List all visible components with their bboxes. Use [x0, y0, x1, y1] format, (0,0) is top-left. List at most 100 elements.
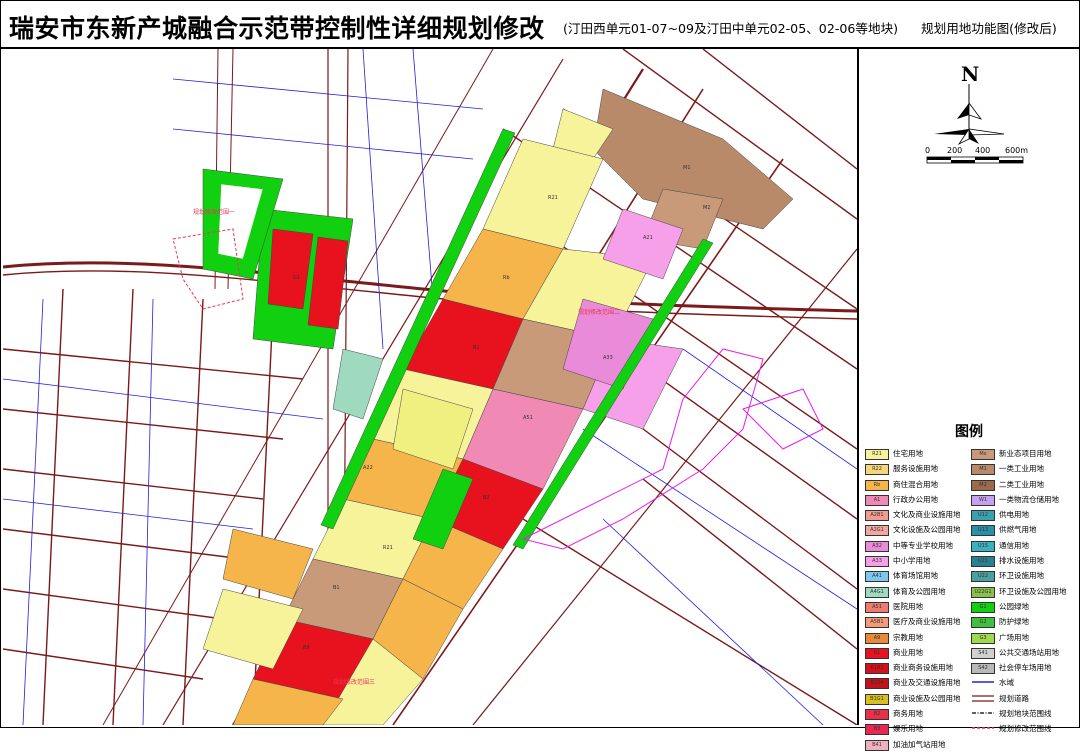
legend-swatch: B3 — [865, 724, 889, 736]
legend-swatch: G3 — [971, 632, 995, 644]
parcel-code: A33 — [603, 355, 613, 361]
legend-label: 宗教用地 — [893, 632, 923, 642]
legend-label: 商业用地 — [893, 647, 923, 657]
legend-swatch: B41 — [865, 739, 889, 751]
legend-label: 环卫设施及公园用地 — [999, 586, 1067, 596]
legend-swatch: B1S4 — [865, 678, 889, 690]
legend-swatch: G1 — [971, 601, 995, 613]
legend-label: 商业商务设施用地 — [893, 663, 953, 673]
map-kind-label: 规划用地功能图(修改后) — [921, 21, 1057, 36]
legend-label: 加油加气站用地 — [893, 739, 946, 749]
legend-swatch: U13 — [971, 525, 995, 537]
legend-label: 社会停车场用地 — [999, 663, 1052, 673]
legend-swatch: W1 — [971, 494, 995, 506]
legend-swatch: B1G1 — [865, 693, 889, 705]
parcel-code: R21 — [383, 545, 393, 551]
parcel-code: B2 — [483, 495, 490, 501]
legend-label: 通信用地 — [999, 540, 1029, 550]
land-parcels — [202, 88, 794, 725]
parcel-code: M2 — [703, 205, 711, 211]
modification-callout: 规划修改范围三 — [333, 678, 375, 686]
parcel-code: B1 — [473, 345, 480, 351]
legend-label: 一类物流仓储用地 — [999, 494, 1059, 504]
legend-label: 规划地块范围线 — [999, 709, 1052, 719]
legend-swatch: B2 — [865, 709, 889, 721]
parcel-code: M1 — [683, 165, 691, 171]
parcel-code: A21 — [643, 235, 653, 241]
legend-label: 规划修改范围线 — [999, 724, 1052, 734]
parcel-code: A51 — [523, 415, 533, 421]
legend-label: 供电用地 — [999, 510, 1029, 520]
map-canvas[interactable]: R21 B1 Rb A33 A51 B2 G1 M1 M2 A21 B9 A22… — [3, 49, 857, 725]
parcel-code: A22 — [363, 465, 373, 471]
legend-swatch: A51 — [865, 601, 889, 613]
side-panel: N 0 200 400 600m 图例 R21 住宅用地 R22 服务设施用地 Rb 商住… — [859, 49, 1079, 751]
legend-swatch: G2 — [971, 617, 995, 629]
svg-text:600m: 600m — [1005, 146, 1028, 155]
legend-swatch: A33 — [865, 556, 889, 568]
legend-label: 新业态项目用地 — [999, 449, 1052, 458]
legend-swatch: U21 — [971, 556, 995, 568]
legend-swatch: Mx — [971, 449, 995, 460]
legend-label: 体育场馆用地 — [893, 571, 938, 581]
legend-label: 中等专业学校用地 — [893, 540, 953, 550]
legend-swatch: B1B2 — [865, 663, 889, 675]
legend-swatch: A2B1 — [865, 510, 889, 522]
legend-swatch: R22 — [865, 464, 889, 476]
legend-line-symbol — [972, 681, 994, 684]
legend-swatch: S42 — [971, 663, 995, 675]
parcel-code: Rb — [503, 275, 510, 281]
land-use-map[interactable]: R21 B1 Rb A33 A51 B2 G1 M1 M2 A21 B9 A22… — [3, 49, 859, 725]
legend-line-symbol — [972, 727, 994, 730]
legend-swatch: M2 — [971, 479, 995, 491]
legend-swatch: A32 — [865, 540, 889, 552]
legend-label: 防护绿地 — [999, 617, 1029, 627]
legend-swatch: A4G1 — [865, 586, 889, 598]
legend-swatch: R21 — [865, 449, 889, 460]
legend-swatch: A5B1 — [865, 617, 889, 629]
legend-label: 医院用地 — [893, 601, 923, 611]
legend-swatch: B1 — [865, 647, 889, 659]
legend-label: 环卫设施用地 — [999, 571, 1044, 581]
legend-label: 医疗及商业设施用地 — [893, 617, 961, 627]
modification-callout: 规划修改范围二 — [578, 308, 620, 316]
map-subtitle: (汀田西单元01-07~09及汀田中单元02-05、02-06等地块) — [563, 21, 899, 36]
legend-swatch: U12 — [971, 510, 995, 522]
legend-label: 规划道路 — [999, 693, 1029, 703]
svg-text:0: 0 — [925, 146, 930, 155]
legend-label: 住宅用地 — [893, 449, 923, 458]
legend-label: 文化及商业设施用地 — [893, 510, 961, 520]
legend-label: 供燃气用地 — [999, 525, 1037, 535]
legend-label: 公园绿地 — [999, 601, 1029, 611]
legend-label: 行政办公用地 — [893, 494, 938, 504]
legend-swatch: A9 — [865, 632, 889, 644]
legend-swatch: A41 — [865, 571, 889, 583]
legend-swatch: U15 — [971, 540, 995, 552]
legend-label: 商业及交通设施用地 — [893, 678, 961, 688]
svg-text:200: 200 — [947, 146, 962, 155]
legend-label: 商业设施及公园用地 — [893, 693, 961, 703]
legend-label: 娱乐用地 — [893, 724, 923, 734]
legend-line-symbol — [972, 695, 994, 702]
legend-label: 商务用地 — [893, 709, 923, 719]
legend-title: 图例 — [955, 424, 983, 440]
legend-label: 体育及公园用地 — [893, 586, 946, 596]
parcel-code: B1 — [333, 585, 340, 591]
svg-text:400: 400 — [975, 146, 990, 155]
modification-callout: 规划修改范围一 — [193, 208, 235, 216]
parcel-code: B9 — [303, 645, 310, 651]
legend-label: 中小学用地 — [893, 556, 931, 566]
legend-label: 商住混合用地 — [893, 479, 938, 489]
legend-swatch: U22 — [971, 571, 995, 583]
legend-label: 公共交通场站用地 — [999, 647, 1059, 657]
map-legend: 图例 R21 住宅用地 R22 服务设施用地 Rb 商住混合用地 A1 行政办公用地 A2B1 文… — [859, 419, 1079, 751]
legend-swatch: A1 — [865, 494, 889, 506]
map-title: 瑞安市东新产城融合示范带控制性详细规划修改 — [9, 14, 545, 43]
svg-text:N: N — [961, 62, 979, 86]
map-sheet: 瑞安市东新产城融合示范带控制性详细规划修改 (汀田西单元01-07~09及汀田中… — [0, 0, 1080, 751]
legend-label: 排水设施用地 — [999, 556, 1044, 566]
legend-swatch: M1 — [971, 464, 995, 476]
legend-label: 文化设施及公园用地 — [893, 525, 961, 535]
parcel-code: G1 — [293, 275, 300, 281]
legend-swatch: U22G1 — [971, 586, 995, 598]
